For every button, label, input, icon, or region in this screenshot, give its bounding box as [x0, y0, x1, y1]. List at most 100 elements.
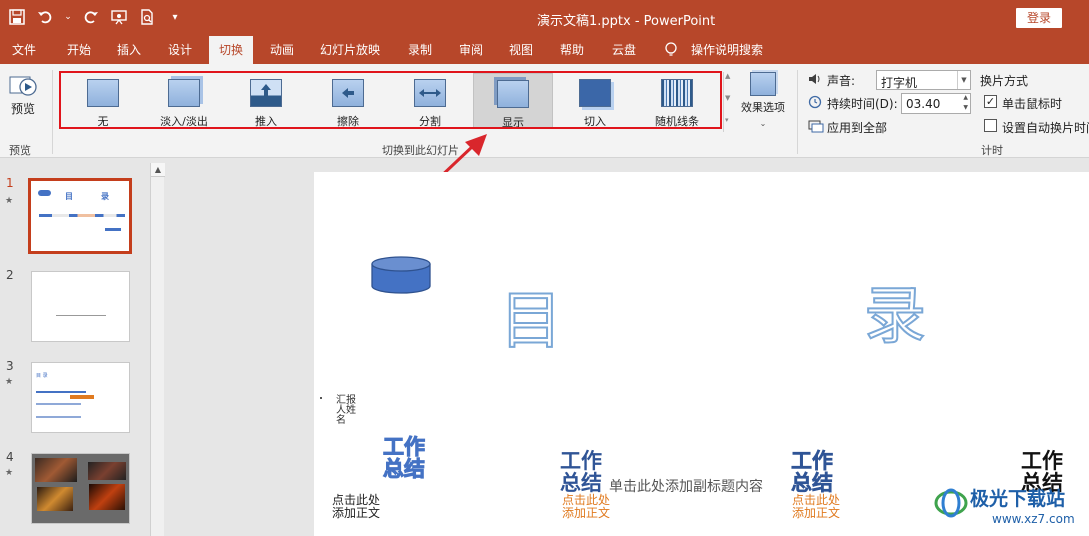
toc-char-2[interactable]: 录 — [863, 265, 927, 355]
thumb-photo — [35, 458, 77, 482]
work-summary-title-2[interactable]: 工作 总结 — [560, 450, 602, 494]
panel-scrollbar[interactable]: ▲ — [150, 163, 165, 536]
tab-view[interactable]: 视图 — [509, 36, 533, 64]
slide-thumbnail-1[interactable]: 目 录 — [28, 178, 132, 254]
thumb-photo — [88, 462, 126, 480]
lightbulb-icon — [664, 36, 678, 64]
sound-dropdown-icon[interactable]: ▼ — [957, 71, 970, 89]
title-line-1: 工作 — [383, 435, 426, 459]
tab-insert[interactable]: 插入 — [117, 36, 141, 64]
animation-star-icon: ★ — [5, 377, 14, 387]
effect-options-button[interactable]: 效果选项 ⌄ — [737, 72, 789, 129]
save-icon[interactable] — [8, 8, 26, 26]
title-line-2: 总结 — [560, 471, 602, 495]
click-add-text-2[interactable]: 点击此处 添加正文 — [562, 494, 610, 520]
body-line-2: 添加正文 — [562, 506, 611, 520]
document-title: 演示文稿1.pptx - PowerPoint — [537, 14, 716, 29]
thumb-line — [105, 228, 121, 231]
thumb-shape — [38, 190, 51, 196]
timing-group-label: 计时 — [981, 144, 1003, 157]
body-line-2: 添加正文 — [792, 506, 841, 520]
title-line-2: 总结 — [383, 457, 426, 481]
watermark: 极光下载站 www.xz7.com — [932, 480, 1089, 536]
tab-design[interactable]: 设计 — [168, 36, 192, 64]
tab-file[interactable]: 文件 — [12, 36, 36, 64]
subtitle-placeholder[interactable]: 单击此处添加副标题内容 — [609, 476, 763, 496]
slideshow-icon[interactable] — [110, 8, 128, 26]
redo-icon[interactable] — [82, 8, 100, 26]
animation-star-icon: ★ — [5, 468, 14, 478]
sound-icon — [808, 73, 822, 88]
advance-slide-title: 换片方式 — [980, 74, 1029, 88]
slide-number: 2 — [6, 268, 14, 282]
tell-me-search[interactable]: 操作说明搜索 — [691, 36, 763, 64]
toc-char-1[interactable]: 目 — [499, 270, 563, 360]
click-add-text-1[interactable]: 点击此处 添加正文 — [332, 494, 380, 520]
body-line-2: 添加正文 — [332, 506, 381, 520]
tab-slideshow[interactable]: 幻灯片放映 — [320, 36, 380, 64]
apply-all-icon — [808, 120, 824, 137]
gallery-more-icon[interactable]: ▾ — [725, 116, 729, 124]
work-summary-title-1[interactable]: 工作 总结 — [383, 435, 426, 481]
preview-play-icon — [8, 74, 38, 100]
thumb-line — [56, 315, 106, 316]
thumb-photo — [89, 484, 125, 510]
auto-advance-checkbox[interactable] — [984, 119, 997, 132]
sound-select[interactable]: 打字机 ▼ — [876, 70, 971, 90]
watermark-text: 极光下载站 — [970, 488, 1066, 510]
tab-transitions[interactable]: 切换 — [209, 36, 254, 64]
slide-thumbnail-panel: 1 ★ 目 录 2 3 ★ 目 录 4 ★ — [0, 158, 150, 536]
sound-label: 声音: — [827, 74, 856, 88]
slide-number: 1 — [6, 176, 14, 190]
thumb-line — [36, 391, 86, 393]
tab-cloud[interactable]: 云盘 — [612, 36, 636, 64]
duration-value: 03.40 — [906, 97, 941, 111]
reporter-name[interactable]: 汇报人姓名 — [336, 396, 360, 426]
slide-thumbnail-4[interactable] — [31, 453, 130, 524]
gallery-down-icon[interactable]: ▼ — [725, 94, 730, 102]
slide-number: 4 — [6, 450, 14, 464]
effect-options-label: 效果选项 — [741, 101, 785, 114]
thumb-photo — [37, 487, 73, 511]
watermark-url: www.xz7.com — [992, 512, 1075, 526]
scroll-up-icon[interactable]: ▲ — [151, 163, 165, 177]
tab-home[interactable]: 开始 — [67, 36, 91, 64]
spinner-up-icon[interactable]: ▲ — [963, 94, 968, 101]
gallery-up-icon[interactable]: ▲ — [725, 72, 730, 80]
slide-canvas[interactable]: 目 录 汇报人姓名 工作 总结 点击此处 添加正文 工作 总结 点击此处 添加正… — [314, 172, 1089, 536]
thumb-title: 目 录 — [36, 373, 48, 379]
duration-spinner[interactable]: 03.40 ▲ ▼ — [901, 93, 971, 114]
click-add-text-3[interactable]: 点击此处 添加正文 — [792, 494, 840, 520]
cylinder-shape[interactable] — [370, 256, 432, 296]
sound-select-value: 打字机 — [881, 76, 918, 90]
on-click-label: 单击鼠标时 — [1002, 97, 1063, 111]
tab-record[interactable]: 录制 — [408, 36, 432, 64]
preview-button[interactable]: 预览 — [6, 74, 40, 117]
effect-options-dropdown-icon: ⌄ — [759, 119, 767, 128]
customize-icon[interactable]: ▾ — [166, 8, 184, 26]
login-button[interactable]: 登录 — [1016, 8, 1062, 28]
animation-star-icon: ★ — [5, 196, 14, 206]
thumb-char-a: 目 — [65, 192, 73, 201]
group-separator — [52, 70, 53, 154]
duration-label: 持续时间(D): — [827, 97, 898, 111]
preview-icon[interactable] — [138, 8, 156, 26]
slide-number: 3 — [6, 359, 14, 373]
apply-all-label: 应用到全部 — [827, 121, 888, 135]
title-line-1: 工作 — [1021, 449, 1063, 473]
tab-review[interactable]: 审阅 — [459, 36, 483, 64]
slide-thumbnail-2[interactable] — [31, 271, 130, 342]
preview-group-label: 预览 — [9, 144, 31, 157]
undo-icon[interactable] — [36, 8, 54, 26]
slide-thumbnail-3[interactable]: 目 录 — [31, 362, 130, 433]
tab-help[interactable]: 帮助 — [560, 36, 584, 64]
work-summary-title-3[interactable]: 工作 总结 — [791, 449, 834, 495]
bullet-dot — [320, 397, 322, 399]
spinner-down-icon[interactable]: ▼ — [963, 104, 968, 111]
gallery-scroll[interactable]: ▲ ▼ ▾ — [723, 72, 734, 132]
undo-dropdown-icon[interactable]: ⌄ — [64, 8, 72, 26]
tab-animations[interactable]: 动画 — [270, 36, 294, 64]
title-line-1: 工作 — [791, 449, 834, 473]
on-click-checkbox[interactable]: ✓ — [984, 95, 997, 108]
effect-options-icon — [750, 72, 776, 96]
